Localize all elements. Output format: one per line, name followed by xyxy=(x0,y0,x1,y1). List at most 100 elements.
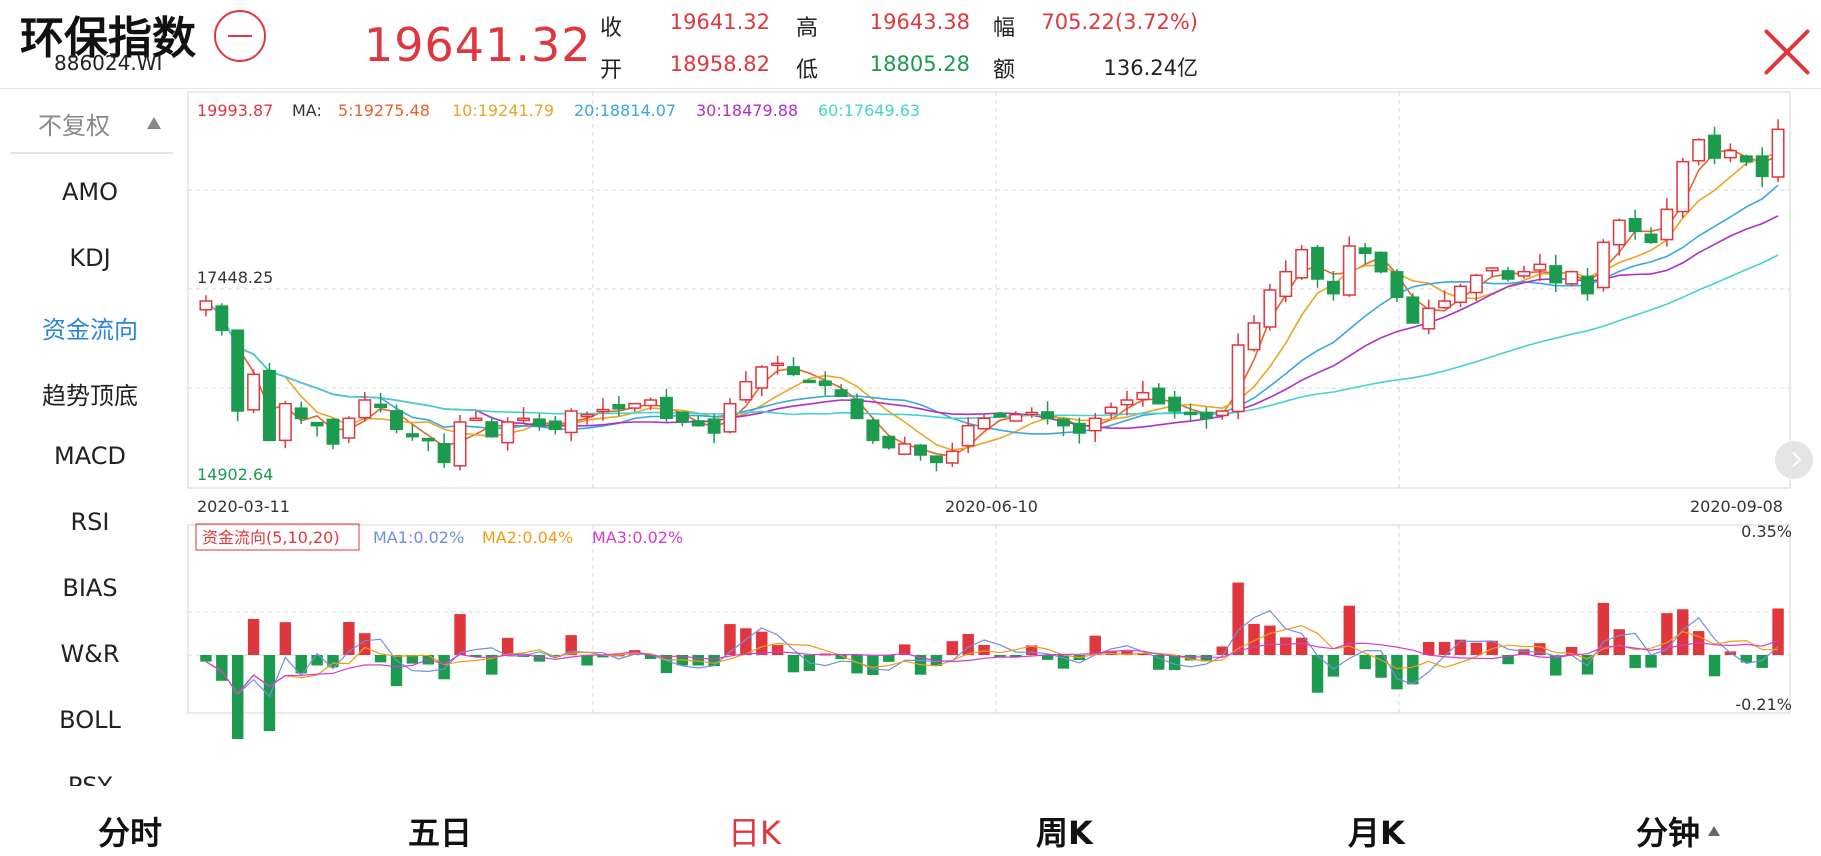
money-flow-bar xyxy=(1311,655,1324,693)
candle-body xyxy=(1152,387,1166,405)
candle-body xyxy=(1072,422,1086,434)
candle-body xyxy=(1120,399,1134,406)
money-flow-bar xyxy=(1422,642,1435,655)
candle xyxy=(1755,147,1769,188)
money-flow-bar xyxy=(724,624,736,655)
candle xyxy=(993,412,1007,418)
candle-body xyxy=(1581,275,1594,295)
candle-body xyxy=(1501,270,1515,280)
candle-body xyxy=(580,413,594,418)
ma30-line xyxy=(205,215,1779,430)
candle xyxy=(215,303,229,336)
candle-body xyxy=(1612,219,1626,246)
candle xyxy=(1152,383,1166,405)
candle-body xyxy=(1692,138,1706,162)
tab-intraday[interactable]: 分时 xyxy=(98,808,162,854)
candle xyxy=(1771,119,1785,183)
mfi-ma3-legend: MA3:0.02% xyxy=(592,528,683,547)
ma5-line xyxy=(205,148,1779,458)
kline-chart[interactable]: 19993.87 MA: 5:19275.48 10:19241.79 20:1… xyxy=(0,0,1821,856)
candle xyxy=(247,369,261,414)
money-flow-bar xyxy=(1232,582,1244,655)
candle-body xyxy=(644,399,658,407)
chart-grid xyxy=(187,91,1791,714)
candle xyxy=(1326,270,1340,301)
candle-body xyxy=(1517,270,1531,277)
money-flow-bar xyxy=(962,633,974,655)
candle xyxy=(1215,410,1229,420)
candle-body xyxy=(771,362,785,367)
candle xyxy=(1311,244,1325,288)
candle-body xyxy=(1358,247,1372,255)
candle xyxy=(739,371,753,403)
candle xyxy=(421,437,435,452)
money-flow-bar xyxy=(438,655,450,680)
money-flow-bar xyxy=(374,655,387,663)
candle xyxy=(278,400,292,449)
candle-body xyxy=(802,379,816,384)
candle-body xyxy=(1596,241,1610,289)
candle xyxy=(1279,260,1293,303)
candle-body xyxy=(691,420,705,427)
tab-daily-k[interactable]: 日K xyxy=(728,808,781,854)
candle-body xyxy=(993,412,1007,418)
candle-body xyxy=(1771,128,1785,178)
money-flow-bar xyxy=(867,655,879,675)
candle-body xyxy=(628,402,642,409)
tab-five-day[interactable]: 五日 xyxy=(408,808,472,854)
money-flow-bar xyxy=(1613,629,1625,655)
candle-body xyxy=(1755,155,1769,178)
candle-body xyxy=(1184,411,1197,416)
candle xyxy=(945,442,959,467)
candle-body xyxy=(1247,322,1261,351)
marker-high-label: 17448.25 xyxy=(197,268,273,287)
candle-body xyxy=(262,369,276,442)
candle xyxy=(1295,245,1309,280)
candle xyxy=(802,379,816,384)
date-label-end: 2020-09-08 xyxy=(1690,497,1783,516)
candle-body xyxy=(326,418,340,445)
candle-body xyxy=(1628,218,1642,233)
candle-body xyxy=(548,420,562,431)
candle xyxy=(691,415,705,427)
money-flow-bar xyxy=(279,622,292,655)
money-flow-bar xyxy=(756,631,768,655)
ma60-legend: 60:17649.63 xyxy=(818,101,920,120)
candle-body xyxy=(1041,411,1055,420)
candle-body xyxy=(501,421,515,444)
candle-body xyxy=(1485,267,1499,272)
candle-body xyxy=(1231,344,1245,413)
candle xyxy=(564,408,578,442)
candle xyxy=(818,371,832,396)
tab-monthly-k[interactable]: 月K xyxy=(1348,808,1405,854)
candle-body xyxy=(405,433,419,438)
candle-body xyxy=(1565,270,1579,285)
candle xyxy=(310,421,324,437)
money-flow-bar xyxy=(1772,608,1784,655)
candle-body xyxy=(945,450,959,464)
candle-body xyxy=(1708,134,1722,159)
candle xyxy=(1247,315,1261,352)
mfi-ma1-legend: MA1:0.02% xyxy=(373,528,464,547)
money-flow-bar xyxy=(1359,655,1371,670)
candle-body xyxy=(421,437,435,442)
candle-body xyxy=(485,421,499,438)
candle-body xyxy=(1438,300,1452,309)
money-flow-bar xyxy=(1407,655,1419,685)
candles xyxy=(199,119,1785,472)
ma20-line xyxy=(205,184,1779,435)
candle-body xyxy=(675,411,689,423)
candle xyxy=(532,413,546,431)
candle-body xyxy=(929,455,943,464)
candle-body xyxy=(199,300,213,311)
tab-minute[interactable]: 分钟 xyxy=(1636,808,1700,854)
candle-body xyxy=(1453,285,1467,304)
candle xyxy=(342,416,356,443)
candle-body xyxy=(1469,274,1483,294)
top-value-label: 19993.87 xyxy=(197,101,273,120)
candle xyxy=(1612,218,1626,256)
tab-weekly-k[interactable]: 周K xyxy=(1036,808,1093,854)
candle xyxy=(1501,266,1515,282)
chevron-right-icon[interactable] xyxy=(1775,441,1813,479)
minute-dropdown-icon[interactable] xyxy=(1708,826,1720,836)
